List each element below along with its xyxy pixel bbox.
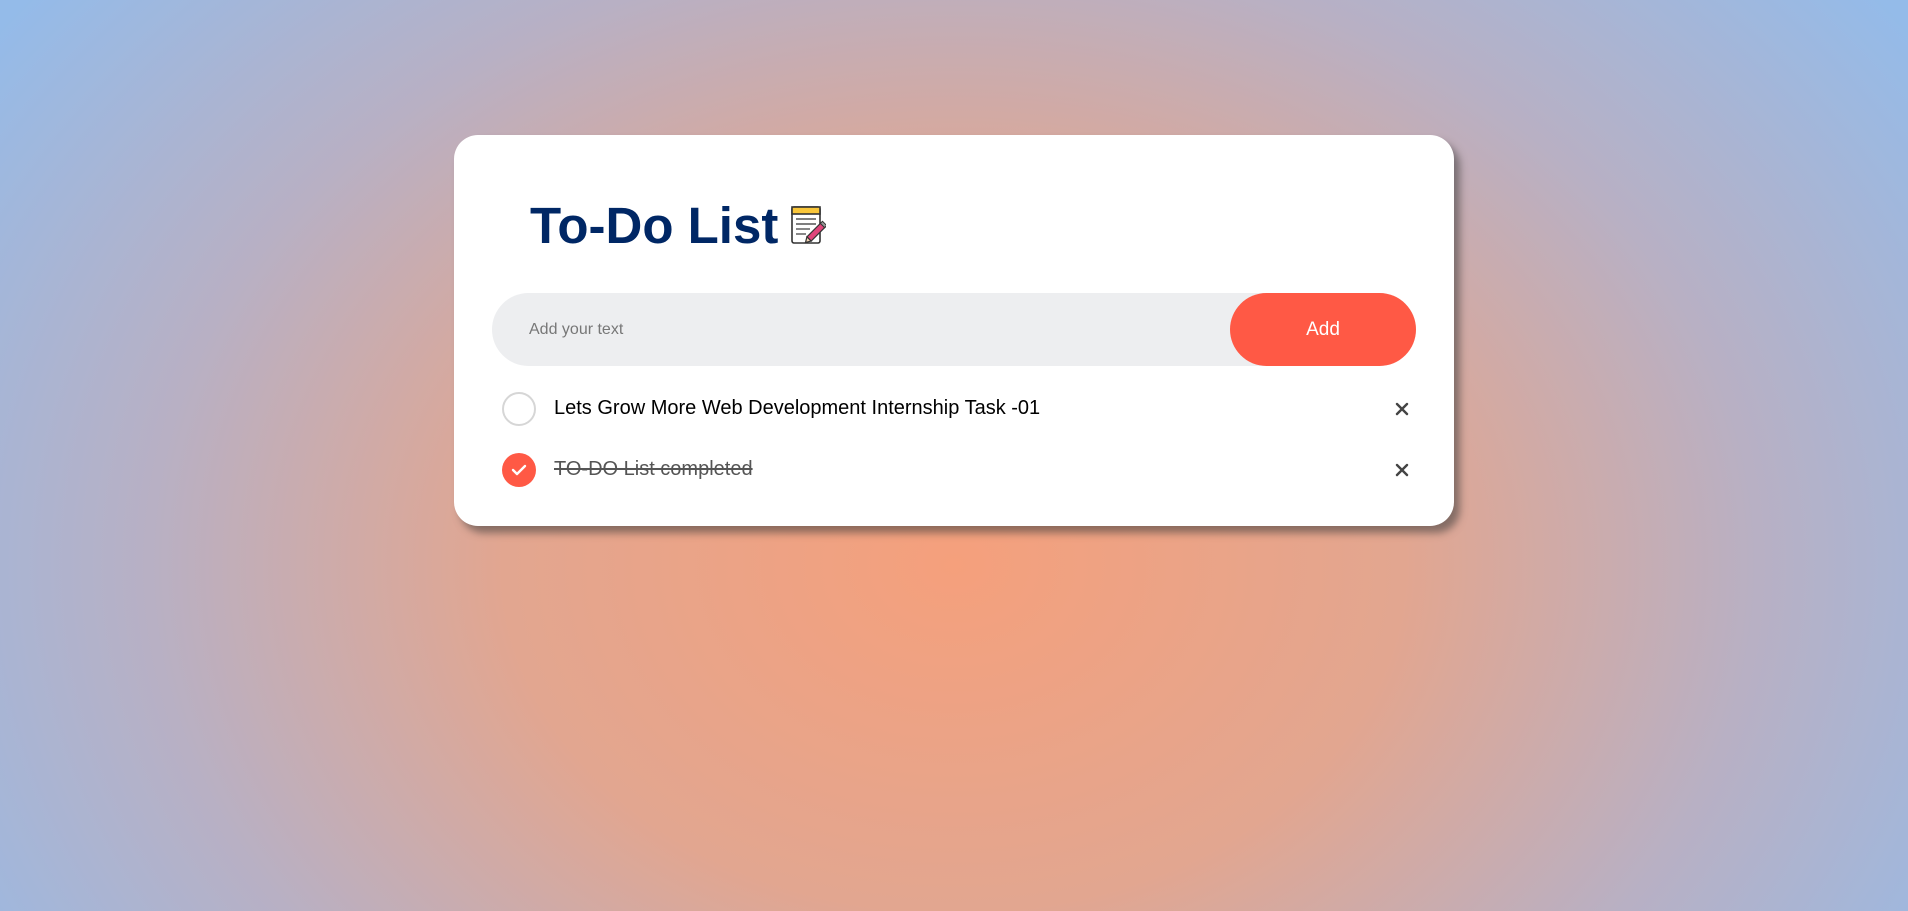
list-item[interactable]: TO-DO List completed <box>502 439 1422 500</box>
task-text[interactable]: Lets Grow More Web Development Internshi… <box>554 397 1040 420</box>
add-button[interactable]: Add <box>1230 293 1416 366</box>
task-checkbox[interactable] <box>502 391 536 426</box>
task-text[interactable]: TO-DO List completed <box>554 458 753 481</box>
title-row: To-Do List <box>530 190 828 260</box>
todo-card: To-Do List Add Lets Grow More <box>454 135 1454 526</box>
task-checkbox[interactable] <box>502 452 536 487</box>
task-list: Lets Grow More Web Development Internshi… <box>502 378 1422 500</box>
close-icon[interactable] <box>1390 458 1414 482</box>
add-task-bar: Add <box>492 292 1416 367</box>
notepad-icon <box>790 204 828 246</box>
checkmark-icon <box>511 464 527 475</box>
close-icon[interactable] <box>1390 397 1414 421</box>
page-title: To-Do List <box>530 196 779 254</box>
list-item[interactable]: Lets Grow More Web Development Internshi… <box>502 378 1422 439</box>
